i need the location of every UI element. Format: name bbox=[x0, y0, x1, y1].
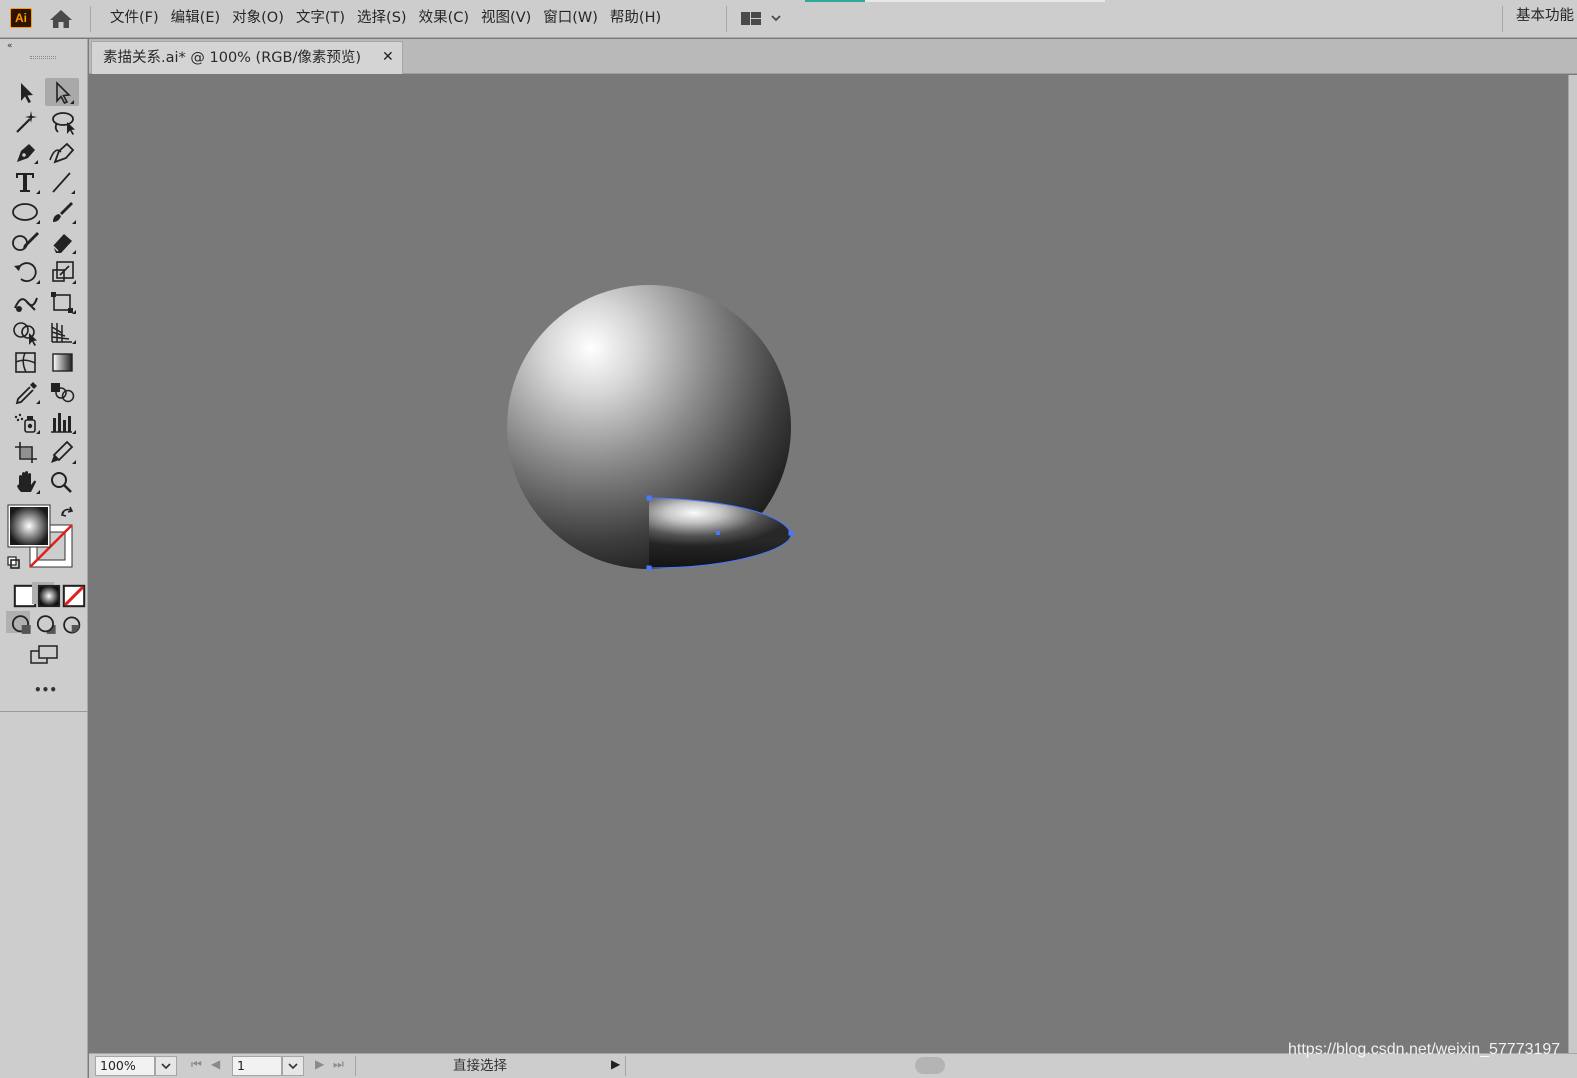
workspace-switcher[interactable]: 基本功能 bbox=[1516, 0, 1574, 32]
direct-selection-tool[interactable] bbox=[45, 78, 79, 106]
reflection-shadow bbox=[649, 498, 792, 568]
canvas-area[interactable] bbox=[89, 75, 1569, 1053]
free-transform-tool[interactable] bbox=[45, 288, 79, 316]
line-segment-tool[interactable] bbox=[45, 168, 79, 196]
gradient-mode-button[interactable] bbox=[32, 582, 61, 608]
app-logo: Ai bbox=[10, 8, 32, 28]
pen-tool[interactable] bbox=[9, 138, 43, 166]
next-artboard-icon[interactable]: ▶ bbox=[315, 1057, 324, 1071]
none-mode-button[interactable] bbox=[57, 582, 86, 608]
magic-wand-tool[interactable] bbox=[9, 108, 43, 136]
window-accent-strip bbox=[805, 0, 865, 2]
first-artboard-icon[interactable]: ⏮ bbox=[191, 1057, 202, 1072]
close-icon[interactable]: ✕ bbox=[382, 42, 394, 73]
eraser-tool[interactable] bbox=[45, 228, 79, 256]
chevron-down-icon bbox=[771, 15, 781, 22]
type-tool[interactable] bbox=[9, 168, 43, 196]
swap-fill-stroke-icon bbox=[60, 506, 74, 517]
ellipse-tool[interactable] bbox=[9, 198, 43, 226]
artwork[interactable] bbox=[89, 75, 1569, 1053]
menu-select[interactable]: 选择(S) bbox=[351, 0, 413, 36]
screen-mode-button[interactable] bbox=[27, 641, 61, 669]
artboard-number-input[interactable]: 1 bbox=[232, 1056, 282, 1076]
vertical-scrollbar[interactable] bbox=[1568, 75, 1577, 1053]
artboard-tool[interactable] bbox=[9, 438, 43, 466]
tools-panel: « ••• bbox=[0, 39, 88, 1078]
edit-toolbar-button[interactable]: ••• bbox=[34, 683, 57, 697]
menu-edit[interactable]: 编辑(E) bbox=[165, 0, 226, 36]
document-tab[interactable]: 素描关系.ai* @ 100% (RGB/像素预览) ✕ bbox=[91, 41, 403, 74]
menu-bar: Ai 文件(F) 编辑(E) 对象(O) 文字(T) 选择(S) 效果(C) 视… bbox=[0, 0, 1577, 38]
menu-divider bbox=[726, 6, 727, 32]
lasso-tool[interactable] bbox=[45, 108, 79, 136]
fill-swatch[interactable] bbox=[7, 504, 51, 548]
previous-artboard-icon[interactable]: ◀ bbox=[211, 1057, 220, 1071]
rotate-tool[interactable] bbox=[9, 258, 43, 286]
menu-divider bbox=[1502, 6, 1503, 32]
collapse-panel-button[interactable]: « bbox=[7, 41, 13, 51]
menu-divider bbox=[90, 6, 91, 32]
menu-type[interactable]: 文字(T) bbox=[290, 0, 351, 36]
mesh-tool[interactable] bbox=[9, 348, 43, 376]
zoom-input[interactable]: 100% bbox=[95, 1056, 155, 1076]
hand-tool[interactable] bbox=[9, 468, 43, 496]
blend-tool[interactable] bbox=[45, 378, 79, 406]
status-menu-arrow-icon[interactable]: ▶ bbox=[611, 1057, 620, 1071]
menu-file[interactable]: 文件(F) bbox=[104, 0, 165, 36]
panel-divider bbox=[0, 711, 88, 712]
curvature-tool[interactable] bbox=[45, 138, 79, 166]
slice-tool[interactable] bbox=[45, 438, 79, 466]
selection-tool[interactable] bbox=[9, 78, 43, 106]
symbol-sprayer-tool[interactable] bbox=[9, 408, 43, 436]
gradient-tool[interactable] bbox=[45, 348, 79, 376]
panel-grip[interactable] bbox=[30, 56, 56, 59]
chevron-down-icon bbox=[161, 1063, 171, 1070]
main-menu: 文件(F) 编辑(E) 对象(O) 文字(T) 选择(S) 效果(C) 视图(V… bbox=[104, 0, 667, 36]
draw-behind-button[interactable] bbox=[31, 611, 56, 634]
document-tab-bar: 素描关系.ai* @ 100% (RGB/像素预览) ✕ bbox=[89, 39, 1577, 74]
home-icon[interactable] bbox=[48, 8, 74, 30]
watermark-text: https://blog.csdn.net/weixin_57773197 bbox=[1288, 1041, 1561, 1058]
menu-object[interactable]: 对象(O) bbox=[226, 0, 290, 36]
default-fill-stroke-icon bbox=[7, 556, 20, 569]
menu-effect[interactable]: 效果(C) bbox=[413, 0, 475, 36]
layout-grid-icon bbox=[741, 12, 761, 25]
zoom-dropdown[interactable] bbox=[155, 1056, 177, 1076]
chevron-down-icon bbox=[288, 1063, 298, 1070]
paintbrush-tool[interactable] bbox=[45, 198, 79, 226]
illustrator-window: Ai 文件(F) 编辑(E) 对象(O) 文字(T) 选择(S) 效果(C) 视… bbox=[0, 0, 1577, 1078]
color-mode-button[interactable] bbox=[8, 582, 37, 608]
draw-normal-button[interactable] bbox=[6, 611, 31, 634]
current-tool-label[interactable]: 直接选择 bbox=[453, 1054, 507, 1078]
document-tab-title: 素描关系.ai* @ 100% (RGB/像素预览) bbox=[103, 50, 362, 66]
zoom-tool[interactable] bbox=[45, 468, 79, 496]
scale-tool[interactable] bbox=[45, 258, 79, 286]
status-divider bbox=[355, 1056, 356, 1076]
arrange-documents-button[interactable] bbox=[740, 9, 786, 29]
horizontal-scroll-thumb[interactable] bbox=[915, 1057, 945, 1074]
puppet-warp-tool[interactable] bbox=[9, 288, 43, 316]
menu-view[interactable]: 视图(V) bbox=[475, 0, 537, 36]
shape-builder-tool[interactable] bbox=[9, 318, 43, 346]
status-divider bbox=[625, 1056, 626, 1076]
menu-help[interactable]: 帮助(H) bbox=[604, 0, 667, 36]
window-accent-strip-light bbox=[865, 0, 1105, 2]
eyedropper-tool[interactable] bbox=[9, 378, 43, 406]
menu-window[interactable]: 窗口(W) bbox=[537, 0, 604, 36]
artboard-dropdown[interactable] bbox=[282, 1056, 304, 1076]
draw-inside-button[interactable] bbox=[56, 611, 81, 634]
last-artboard-icon[interactable]: ⏭ bbox=[333, 1057, 344, 1072]
perspective-grid-tool[interactable] bbox=[45, 318, 79, 346]
shaper-tool[interactable] bbox=[9, 228, 43, 256]
column-graph-tool[interactable] bbox=[45, 408, 79, 436]
